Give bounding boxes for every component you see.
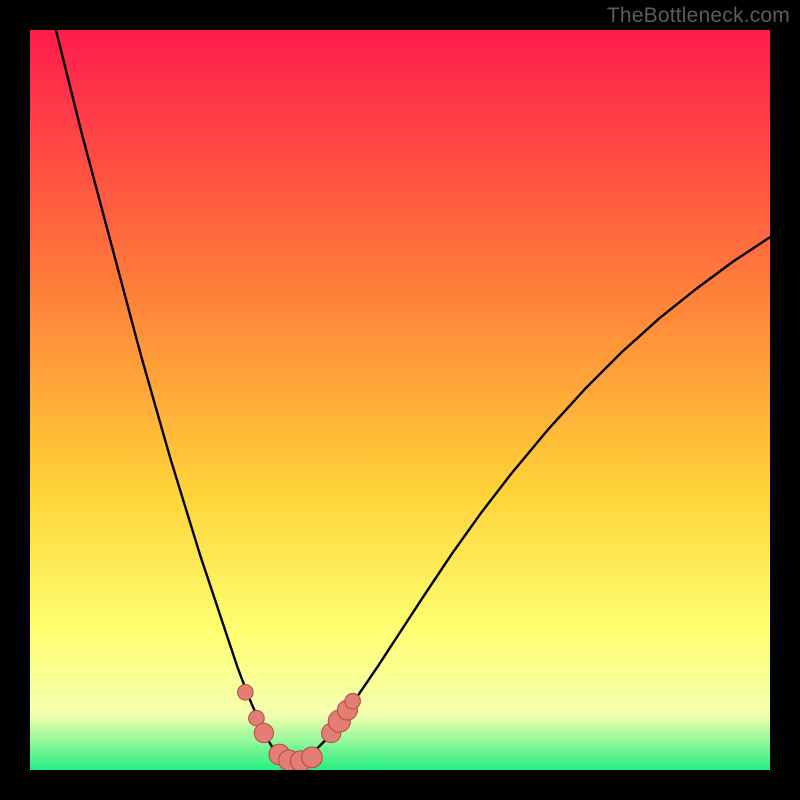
curve-marker [345,693,361,709]
plot-area [30,30,770,770]
attribution-text: TheBottleneck.com [607,4,790,28]
curve-marker [302,747,323,768]
gradient-background [30,30,770,770]
chart-svg [30,30,770,770]
curve-marker [238,685,254,701]
chart-frame: TheBottleneck.com [0,0,800,800]
curve-marker [254,723,273,742]
